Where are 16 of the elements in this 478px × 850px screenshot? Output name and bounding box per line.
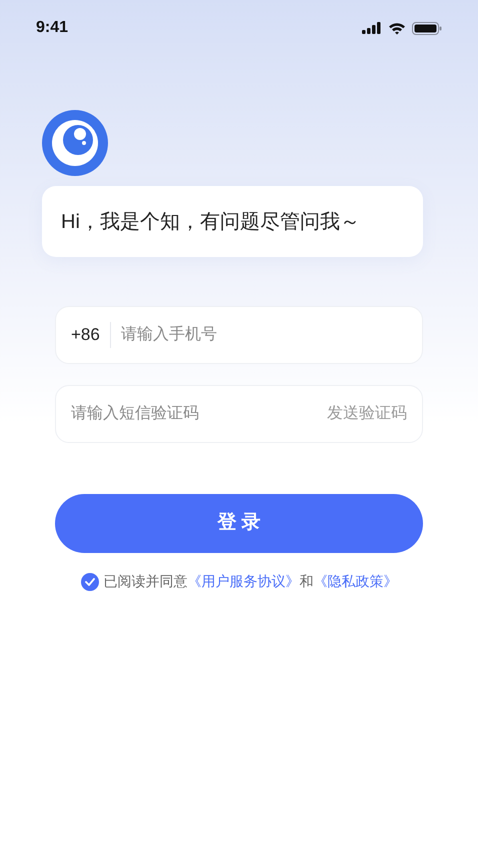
agreement-text: 已阅读并同意《用户服务协议》和《隐私政策》 — [104, 572, 398, 591]
wifi-icon — [388, 22, 406, 34]
signal-icon — [362, 22, 382, 34]
agreement-link[interactable]: 《用户服务协议》 — [188, 573, 300, 589]
login-button[interactable]: 登 录 — [55, 494, 423, 553]
country-code[interactable]: +86 — [71, 322, 111, 348]
status-time: 9:41 — [36, 18, 68, 38]
code-field[interactable]: 请输入短信验证码 发送验证码 — [55, 385, 423, 443]
agreement-checkbox[interactable] — [80, 572, 98, 590]
check-icon — [84, 578, 94, 586]
phone-field[interactable]: +86 请输入手机号 — [55, 306, 423, 364]
battery-icon — [412, 22, 442, 34]
logo-icon — [42, 110, 108, 176]
send-code-button[interactable]: 发送验证码 — [327, 402, 407, 426]
greeting-bubble: Hi，我是个知，有问题尽管问我～ — [42, 186, 423, 257]
agreement-link[interactable]: 《隐私政策》 — [314, 573, 398, 589]
